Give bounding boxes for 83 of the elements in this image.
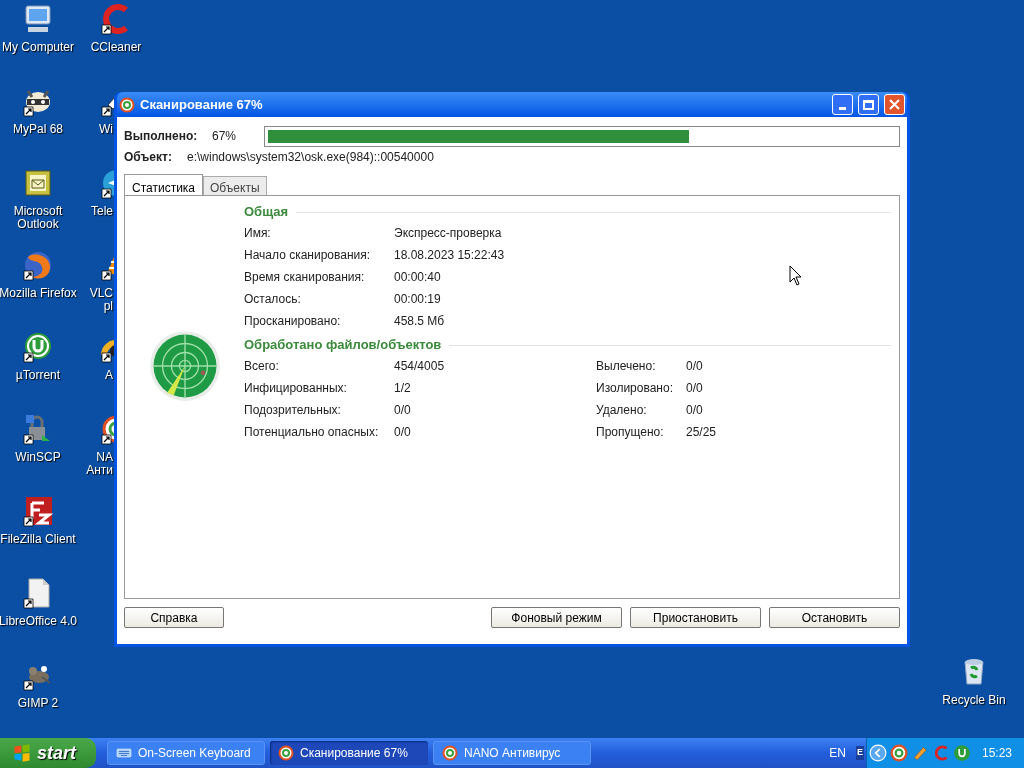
field-label: Осталось:	[244, 291, 301, 308]
field-label: Начало сканирования:	[244, 247, 371, 264]
keyboard-icon	[116, 745, 132, 761]
cursor-icon	[789, 265, 802, 286]
progress-percent: 67%	[212, 128, 238, 145]
field-value: 00:00:19	[394, 291, 441, 308]
icon-label[interactable]: WinSCP	[0, 451, 78, 464]
tab[interactable]: Статистика	[124, 174, 204, 196]
field-value: 00:00:40	[394, 269, 441, 286]
chevron-icon[interactable]	[868, 744, 887, 762]
tab[interactable]: Объекты	[203, 176, 267, 195]
taskbar-button[interactable]: Сканирование 67%	[270, 741, 428, 765]
icon-label[interactable]: My Computer	[0, 41, 78, 54]
task-label: Сканирование 67%	[300, 745, 408, 762]
globe-icon[interactable]	[22, 249, 54, 281]
field-label: Вылечено:	[596, 358, 656, 375]
task-label: On-Screen Keyboard	[138, 745, 251, 762]
taskbar-button[interactable]: NANO Антивирус	[433, 741, 591, 765]
radar-icon	[149, 330, 221, 402]
window-title: Сканирование 67%	[140, 95, 263, 114]
field-value: 18.08.2023 15:22:43	[394, 247, 505, 264]
field-value: 454/4005	[394, 358, 445, 375]
start-label: start	[37, 741, 76, 765]
icon-label[interactable]: A	[84, 369, 113, 382]
stop-button[interactable]: Остановить	[769, 607, 900, 628]
field-label: Изолировано:	[596, 380, 673, 397]
field-label: Потенциально опасных:	[244, 424, 379, 441]
field-value: 1/2	[394, 380, 411, 397]
ring-icon	[442, 745, 458, 761]
progress-label: Выполнено:	[124, 128, 199, 145]
field-value: Экспресс-проверка	[394, 225, 502, 242]
ring-icon	[278, 745, 294, 761]
help-button[interactable]: Справка	[124, 607, 224, 628]
mail-icon[interactable]	[22, 167, 54, 199]
field-label: Подозрительных:	[244, 402, 341, 419]
icon-label[interactable]: GIMP 2	[0, 697, 78, 710]
language-indicator[interactable]: EN	[829, 744, 846, 762]
icon-label[interactable]: VLC pl	[84, 287, 113, 313]
icon-label[interactable]: µTorrent	[0, 369, 78, 382]
section-heading: Обработано файлов/объектов	[244, 336, 442, 355]
icon-label[interactable]: MyPal 68	[0, 123, 78, 136]
ring-icon	[119, 96, 135, 113]
icon-label[interactable]: NA Анти	[84, 451, 113, 477]
field-label: Всего:	[244, 358, 279, 375]
field-value: 0/0	[686, 358, 703, 375]
field-value: 0/0	[686, 402, 703, 419]
input-indicator[interactable]: E	[855, 746, 864, 760]
icon-label[interactable]: LibreOffice 4.0	[0, 615, 78, 628]
task-label: NANO Антивирус	[464, 745, 561, 762]
close-icon	[889, 99, 900, 110]
start-button[interactable]: start	[0, 738, 96, 768]
minimize-button[interactable]	[832, 94, 853, 115]
icon-label[interactable]: Tele	[84, 205, 113, 218]
field-label: Просканировано:	[244, 313, 341, 330]
field-label: Пропущено:	[596, 424, 664, 441]
tile-icon[interactable]	[22, 495, 54, 527]
field-value: 25/25	[686, 424, 717, 441]
computer-icon[interactable]	[22, 3, 54, 35]
field-label: Имя:	[244, 225, 271, 242]
pause-button[interactable]: Приостановить	[630, 607, 761, 628]
close-button[interactable]	[884, 94, 905, 115]
object-label: Объект:	[124, 149, 173, 166]
field-label: Удалено:	[596, 402, 647, 419]
icon-label[interactable]: Wi	[84, 123, 113, 136]
maximize-button[interactable]	[858, 94, 879, 115]
u-badge-icon[interactable]	[22, 331, 54, 363]
icon-label[interactable]: Mozilla Firefox	[0, 287, 78, 300]
taskbar-button[interactable]: On-Screen Keyboard	[107, 741, 265, 765]
clock: 15:23	[981, 745, 1012, 762]
field-label: Инфицированных:	[244, 380, 347, 397]
section-heading: Общая	[244, 203, 289, 222]
icon-label[interactable]: CCleaner	[76, 41, 156, 54]
field-value: 458.5 Мб	[394, 313, 445, 330]
field-label: Время сканирования:	[244, 269, 365, 286]
background-mode-button[interactable]: Фоновый режим	[491, 607, 622, 628]
field-value: 0/0	[394, 402, 411, 419]
icon-label[interactable]: FileZilla Client	[0, 533, 78, 546]
object-path: e:\windows\system32\osk.exe(984)::00540000	[187, 149, 434, 166]
field-value: 0/0	[394, 424, 411, 441]
flag-icon	[12, 743, 32, 763]
icon-label[interactable]: Microsoft Outlook	[0, 205, 78, 231]
field-value: 0/0	[686, 380, 703, 397]
icon-label[interactable]: Recycle Bin	[934, 694, 1014, 707]
